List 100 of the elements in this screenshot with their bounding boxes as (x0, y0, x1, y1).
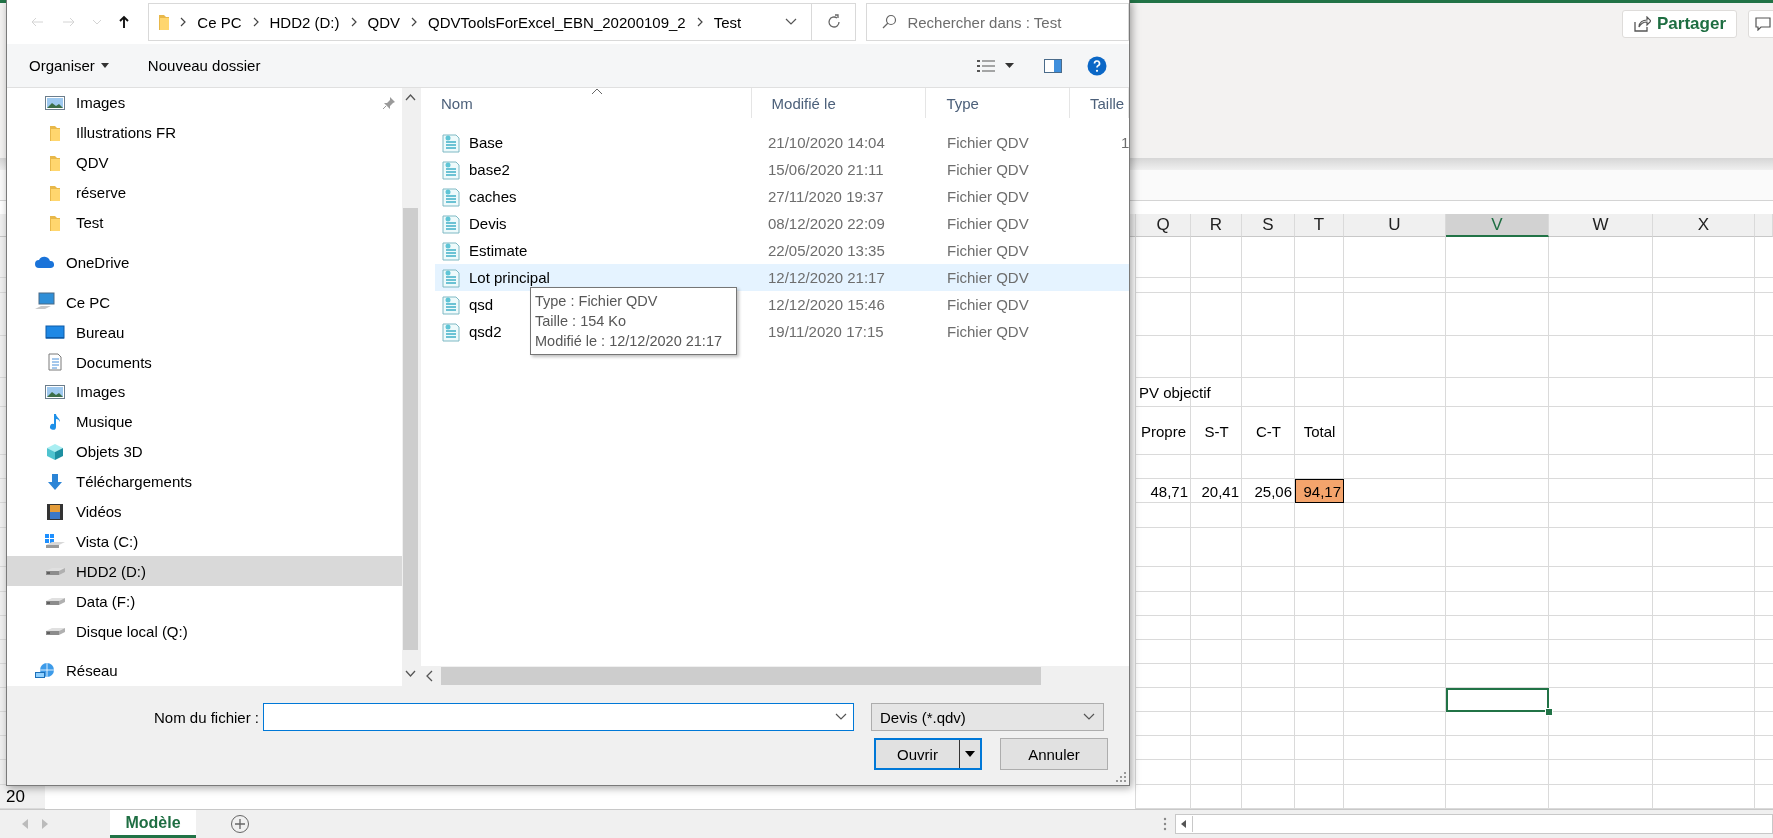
film-icon (46, 502, 64, 521)
nav-item[interactable]: Illustrations FR (7, 117, 402, 148)
nav-item[interactable]: OneDrive (7, 247, 402, 278)
nav-item[interactable]: Bureau (7, 317, 402, 348)
nav-item[interactable]: Ce PC (7, 287, 402, 318)
table-cell-text: Total (1302, 421, 1337, 442)
nav-item[interactable]: Réseau (7, 656, 402, 686)
file-icon (441, 186, 461, 207)
resize-grip-icon[interactable] (1116, 772, 1126, 782)
chevron-down-icon[interactable] (785, 18, 798, 26)
caret-icon (100, 63, 109, 68)
modified-date: 19/11/2020 17:15 (767, 323, 885, 340)
download-arrow-icon (47, 472, 63, 491)
column-header[interactable]: Type (926, 88, 1071, 118)
nav-item[interactable]: HDD2 (D:) (7, 556, 402, 587)
column-header[interactable]: V (1446, 214, 1549, 237)
grip-icon (1163, 817, 1167, 831)
file-name[interactable]: caches (469, 188, 517, 205)
scrollbar-thumb[interactable] (403, 208, 418, 650)
file-name[interactable]: qsd (469, 296, 494, 313)
chevron-right-icon (349, 17, 358, 27)
column-header[interactable]: W (1549, 214, 1653, 237)
file-name[interactable]: Lot principal (469, 269, 550, 286)
file-icon (441, 132, 461, 153)
file-type: Fichier QDV (946, 188, 1030, 205)
scrollbar-thumb[interactable] (441, 667, 1041, 685)
file-icon (441, 267, 461, 288)
drive-icon (44, 625, 66, 638)
column-header[interactable]: X (1653, 214, 1755, 237)
file-type: Fichier QDV (946, 134, 1030, 151)
image-icon (45, 94, 65, 111)
organize-button[interactable]: Organiser (29, 57, 109, 74)
nav-item[interactable]: Musique (7, 406, 402, 437)
horizontal-scrollbar[interactable] (1175, 814, 1773, 834)
chevron-down-icon[interactable] (835, 713, 847, 721)
new-folder-button[interactable]: Nouveau dossier (147, 57, 261, 74)
tooltip-line: Type : Fichier QDV (535, 292, 659, 311)
nav-item[interactable]: Data (F:) (7, 586, 402, 617)
caret-icon[interactable] (1005, 63, 1014, 68)
filename-field[interactable] (263, 703, 854, 731)
column-header[interactable]: T (1295, 214, 1344, 237)
nav-item[interactable]: QDV (7, 147, 402, 178)
column-header[interactable]: U (1344, 214, 1446, 237)
breadcrumb-item[interactable]: QDVToolsForExcel_EBN_20200109_2 (426, 13, 688, 31)
column-header[interactable]: Q (1136, 214, 1191, 237)
chevron-right-icon (410, 17, 419, 27)
comment-button[interactable] (1748, 10, 1773, 38)
chevron-right-icon (695, 17, 704, 27)
folder-icon (157, 13, 172, 31)
nav-item[interactable]: Images (7, 88, 402, 118)
desktop-icon (45, 324, 65, 341)
tooltip-line: Taille : 154 Ko (535, 312, 628, 331)
breadcrumb-item[interactable]: QDV (365, 13, 403, 31)
dialog-button[interactable]: Ouvrir (874, 738, 982, 770)
help-icon[interactable] (1087, 55, 1107, 76)
column-header[interactable]: R (1191, 214, 1242, 237)
file-row[interactable]: Lot principal 12/12/2020 21:17 Fichier QDV (435, 264, 1129, 291)
column-header[interactable]: S (1242, 214, 1295, 237)
address-bar[interactable]: Ce PC HDD2 (D:) QDV QDVToolsForExcel_EBN_20200109_2 Test (148, 3, 857, 41)
column-header[interactable]: Taille (1070, 88, 1129, 118)
breadcrumb-item[interactable]: HDD2 (D:) (267, 13, 342, 31)
nav-item[interactable]: Téléchargements (7, 466, 402, 497)
modified-date: 08/12/2020 22:09 (767, 215, 886, 232)
chevron-right-icon (179, 17, 188, 27)
modified-date: 15/06/2020 21:11 (767, 161, 885, 178)
file-type: Fichier QDV (946, 269, 1030, 286)
share-button[interactable]: Partager (1622, 10, 1737, 38)
view-list-icon[interactable] (977, 58, 995, 73)
sheet-tab[interactable]: Modèle (110, 810, 196, 838)
nav-item[interactable]: Objets 3D (7, 436, 402, 467)
breadcrumb-item[interactable]: Test (711, 13, 744, 31)
file-type-dropdown[interactable]: Devis (*.qdv) (871, 703, 1104, 731)
file-name[interactable]: base2 (469, 161, 510, 178)
nav-item[interactable]: Documents (7, 347, 402, 377)
table-cell-text: S-T (1203, 421, 1230, 442)
add-sheet-icon[interactable] (230, 814, 250, 834)
nav-item[interactable]: Disque local (Q:) (7, 616, 402, 647)
folder-icon (48, 153, 62, 172)
file-name[interactable]: Devis (469, 215, 507, 232)
file-size: 1 (1121, 134, 1129, 151)
column-header[interactable]: Modifié le (751, 88, 927, 118)
nav-item[interactable]: Vista (C:) (7, 526, 402, 557)
nav-item[interactable]: Test (7, 207, 402, 238)
row-header[interactable]: 20 (0, 785, 45, 809)
file-name[interactable]: Estimate (469, 242, 528, 259)
nav-item[interactable]: réserve (7, 177, 402, 208)
search-field[interactable]: Rechercher dans : Test (866, 3, 1129, 41)
speech-bubble-icon (1755, 17, 1771, 31)
nav-item[interactable]: Vidéos (7, 496, 402, 527)
column-header[interactable]: Nom (421, 88, 752, 118)
file-name[interactable]: Base (469, 134, 504, 151)
file-icon (441, 159, 461, 180)
document-icon (47, 353, 63, 372)
breadcrumb-item[interactable]: Ce PC (195, 13, 244, 31)
file-name[interactable]: qsd2 (469, 323, 502, 340)
pin-icon[interactable] (382, 96, 396, 110)
preview-pane-icon[interactable] (1044, 58, 1062, 73)
dialog-button[interactable]: Annuler (1000, 738, 1108, 770)
nav-item[interactable]: Images (7, 377, 402, 407)
modified-date: 12/12/2020 21:17 (767, 269, 886, 286)
